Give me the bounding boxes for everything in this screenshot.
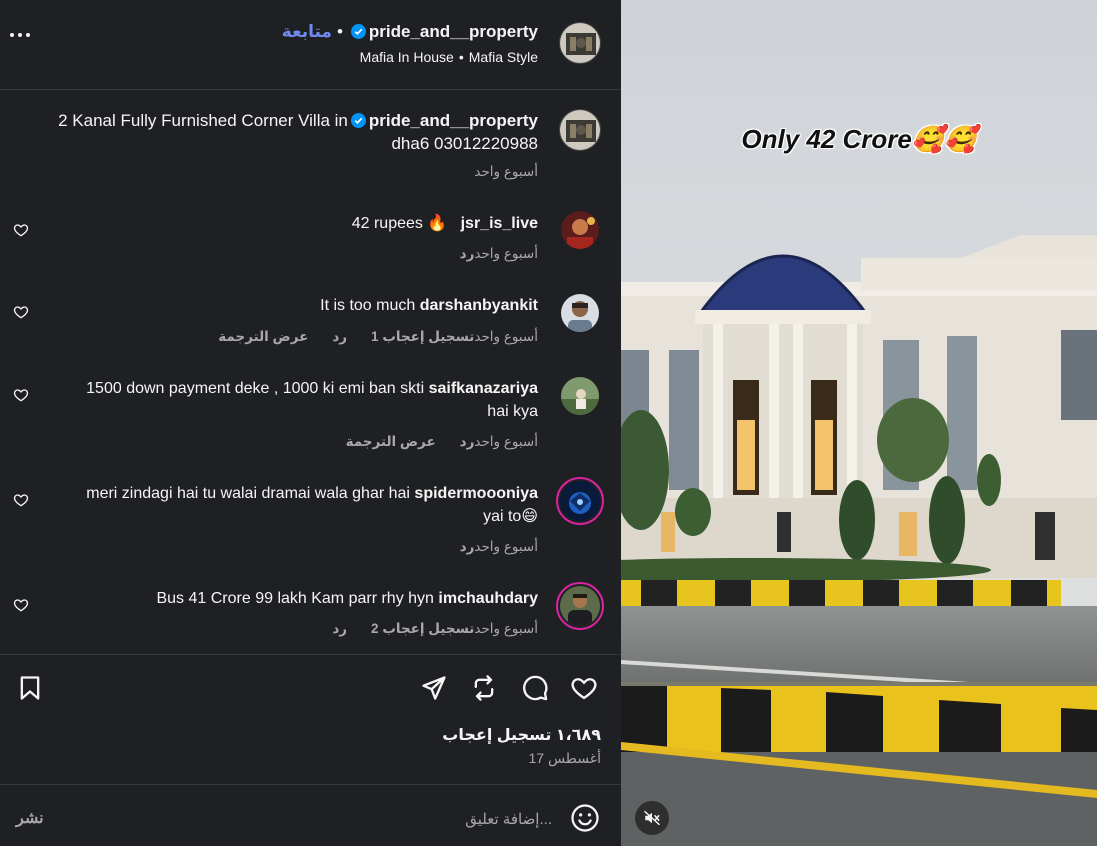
comment-meta: أسبوع واحد 2 تسجيل إعجاب رد bbox=[308, 621, 538, 637]
comment-like-heart-icon[interactable] bbox=[13, 597, 29, 613]
comment-like-heart-icon[interactable] bbox=[13, 492, 29, 508]
comment-body: Bus 41 Crore 99 lakh Kam parr rhy hyn bbox=[156, 590, 434, 607]
comment-meta: أسبوع واحد رد bbox=[436, 246, 538, 262]
post-comment-button[interactable]: نشر bbox=[16, 808, 44, 828]
reply-button[interactable]: رد bbox=[460, 246, 475, 262]
audio-title-left[interactable]: Mafia In House bbox=[360, 49, 454, 65]
caption-time[interactable]: أسبوع واحد bbox=[474, 164, 538, 180]
caption-avatar[interactable] bbox=[559, 109, 601, 151]
likes-count[interactable]: ١،٦٨٩ تسجيل إعجاب bbox=[442, 725, 601, 745]
comment-body: 42 rupees 🔥 bbox=[351, 215, 448, 232]
comment-avatar-story-ring[interactable] bbox=[556, 582, 604, 630]
comment-likes-count[interactable]: 1 تسجيل إعجاب bbox=[371, 329, 474, 345]
mute-toggle[interactable] bbox=[635, 801, 669, 835]
comment-username[interactable]: jsr_is_live bbox=[461, 215, 538, 232]
caption-meta: أسبوع واحد bbox=[474, 164, 538, 180]
comment-time[interactable]: أسبوع واحد bbox=[474, 539, 538, 555]
comment-username[interactable]: darshanbyankit bbox=[420, 297, 538, 314]
post-date[interactable]: 17 أغسطس bbox=[528, 750, 601, 767]
verified-badge-icon bbox=[350, 24, 366, 39]
comment-time[interactable]: أسبوع واحد bbox=[474, 621, 538, 637]
like-heart-icon[interactable] bbox=[570, 674, 598, 702]
caption-body-line2: dha6 03012220988 bbox=[391, 134, 538, 153]
comment-like-heart-icon[interactable] bbox=[13, 387, 29, 403]
save-bookmark-icon[interactable] bbox=[16, 674, 44, 702]
comment-body: It is too much bbox=[320, 297, 416, 314]
comment-meta: أسبوع واحد 1 تسجيل إعجاب رد عرض الترجمة bbox=[194, 329, 538, 345]
comment-time[interactable]: أسبوع واحد bbox=[474, 329, 538, 345]
reply-button[interactable]: رد bbox=[460, 434, 475, 450]
comment-time[interactable]: أسبوع واحد bbox=[474, 434, 538, 450]
comment-avatar-story-ring[interactable] bbox=[556, 477, 604, 525]
comment-likes-count[interactable]: 2 تسجيل إعجاب bbox=[371, 621, 474, 637]
comment-text-line: meri zindagi hai tu walai dramai wala gh… bbox=[86, 482, 538, 505]
verified-badge-icon bbox=[350, 113, 366, 128]
comment-text-line: Bus 41 Crore 99 lakh Kam parr rhy hyn im… bbox=[156, 587, 538, 610]
comment-avatar[interactable] bbox=[561, 377, 599, 415]
comment-username[interactable]: imchauhdary bbox=[438, 590, 538, 607]
comment-meta: أسبوع واحد رد bbox=[436, 539, 538, 555]
share-send-icon[interactable] bbox=[420, 674, 448, 702]
comment-meta: أسبوع واحد رد عرض الترجمة bbox=[322, 434, 538, 450]
comment-time[interactable]: أسبوع واحد bbox=[474, 246, 538, 262]
comment-username[interactable]: saifkanazariya bbox=[429, 380, 538, 397]
comment-text-line: It is too much darshanbyankit bbox=[320, 294, 538, 317]
comment-like-heart-icon[interactable] bbox=[13, 222, 29, 238]
comment-text-line: 1500 down payment deke , 1000 ki emi ban… bbox=[86, 377, 538, 400]
comment-body-line2: hai kya bbox=[487, 403, 538, 420]
comment-body: 1500 down payment deke , 1000 ki emi ban… bbox=[86, 380, 425, 397]
reel-video-player[interactable]: Only 42 Crore🥰🥰 bbox=[621, 0, 1097, 846]
comment-username[interactable]: spidermoooniya bbox=[414, 485, 538, 502]
composer-divider bbox=[0, 784, 621, 785]
reply-button[interactable]: رد bbox=[332, 621, 347, 637]
comment-avatar[interactable] bbox=[561, 211, 599, 249]
caption-body: 2 Kanal Fully Furnished Corner Villa in bbox=[58, 111, 348, 130]
comment-bubble-icon[interactable] bbox=[521, 674, 549, 702]
post-author-avatar[interactable] bbox=[559, 22, 601, 64]
comment-body-line2: yai to😄 bbox=[483, 508, 538, 525]
see-translation-button[interactable]: عرض الترجمة bbox=[218, 329, 308, 345]
caption-username[interactable]: pride_and__property bbox=[369, 111, 538, 130]
comment-avatar[interactable] bbox=[561, 294, 599, 332]
comment-body: meri zindagi hai tu walai dramai wala gh… bbox=[86, 485, 410, 502]
comments-panel: متابعة • pride_and__property Mafia In Hous… bbox=[0, 0, 621, 846]
post-author-username[interactable]: pride_and__property bbox=[369, 22, 538, 41]
reply-button[interactable]: رد bbox=[332, 329, 347, 345]
video-caption-overlay: Only 42 Crore🥰🥰 bbox=[741, 124, 977, 154]
repost-icon[interactable] bbox=[470, 674, 498, 702]
post-author-line: متابعة • pride_and__property bbox=[281, 22, 538, 41]
see-translation-button[interactable]: عرض الترجمة bbox=[346, 434, 436, 450]
muted-speaker-icon bbox=[643, 810, 661, 826]
follow-button[interactable]: متابعة bbox=[282, 22, 332, 41]
caption-text: 2 Kanal Fully Furnished Corner Villa in p… bbox=[58, 109, 538, 132]
more-options-icon[interactable] bbox=[10, 30, 32, 40]
audio-info[interactable]: Mafia In House • Mafia Style bbox=[360, 46, 538, 69]
comment-input[interactable] bbox=[60, 806, 552, 832]
audio-title-right[interactable]: Mafia Style bbox=[469, 49, 538, 65]
comment-like-heart-icon[interactable] bbox=[13, 304, 29, 320]
emoji-picker-icon[interactable] bbox=[570, 803, 600, 833]
reply-button[interactable]: رد bbox=[460, 539, 475, 555]
comment-text-line: 42 rupees 🔥 jsr_is_live bbox=[352, 212, 538, 235]
header-divider bbox=[0, 89, 621, 90]
comments-divider bbox=[0, 654, 621, 655]
